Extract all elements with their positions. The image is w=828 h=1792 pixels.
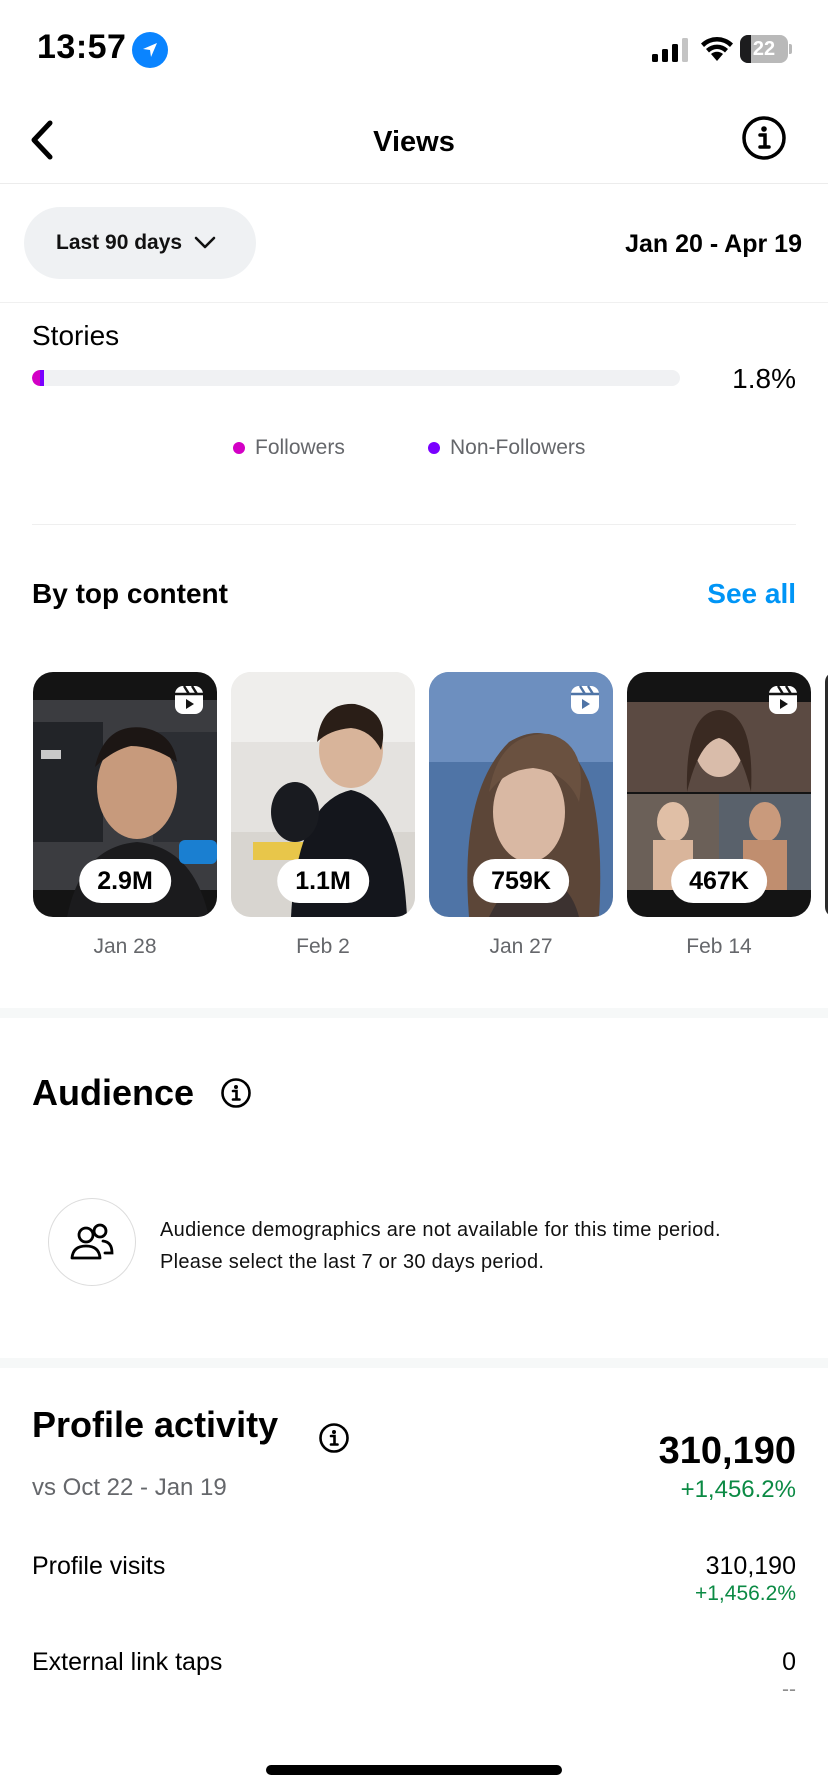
audience-unavailable-message: Audience demographics are not available … <box>160 1219 721 1273</box>
info-icon-button[interactable] <box>220 1077 252 1109</box>
legend-followers-label: Followers <box>255 436 345 459</box>
stories-label: Stories <box>32 320 120 351</box>
content-date: Jan 27 <box>489 935 553 958</box>
reel-icon <box>571 685 599 714</box>
top-content-heading: By top content <box>32 578 228 609</box>
views-insights-screen: 13:57 22 Views Last 90 days Jan 20 - Apr… <box>0 0 828 1792</box>
time-range-dropdown[interactable]: Last 90 days <box>24 207 256 279</box>
location-arrow-icon <box>132 32 168 68</box>
people-icon <box>70 1223 114 1260</box>
reel-icon <box>175 685 203 714</box>
legend-non-followers: Non-Followers <box>428 436 585 460</box>
external-link-taps-change: -- <box>782 1678 796 1701</box>
cellular-signal-icon <box>652 38 688 62</box>
section-separator <box>0 1008 828 1018</box>
non-followers-dot-icon <box>428 442 440 454</box>
followers-fill <box>32 370 41 386</box>
stories-progress-bar <box>32 370 680 386</box>
divider <box>32 524 796 525</box>
content-thumbnail[interactable]: 467K <box>627 672 811 917</box>
profile-activity-total: 310,190 <box>658 1430 796 1472</box>
time-range-label: Last 90 days <box>56 231 183 254</box>
section-separator <box>0 1358 828 1368</box>
reel-icon <box>769 685 797 714</box>
date-range-label: Jan 20 - Apr 19 <box>625 230 802 258</box>
see-all-link[interactable]: See all <box>707 578 796 610</box>
content-thumbnail[interactable]: 1.1M <box>231 672 415 917</box>
info-icon-button[interactable] <box>318 1422 350 1454</box>
profile-visits-value: 310,190 <box>705 1552 796 1580</box>
status-time: 13:57 <box>37 28 127 66</box>
content-date: Feb 14 <box>686 935 752 958</box>
followers-dot-icon <box>233 442 245 454</box>
battery-level: 22 <box>752 38 776 60</box>
legend: Followers Non-Followers <box>0 436 828 466</box>
legend-non-followers-label: Non-Followers <box>450 436 586 459</box>
page-title: Views <box>373 126 455 158</box>
content-date: Jan 28 <box>93 935 157 958</box>
view-count-badge: 467K <box>671 859 767 903</box>
legend-followers: Followers <box>233 436 345 460</box>
profile-visits-change: +1,456.2% <box>694 1582 796 1605</box>
date-filter-row: Last 90 days Jan 20 - Apr 19 <box>0 185 828 303</box>
stories-percentage: 1.8% <box>732 363 796 394</box>
nav-header: Views <box>0 100 828 184</box>
profile-activity-heading: Profile activity <box>32 1404 279 1445</box>
non-followers-fill <box>40 370 44 386</box>
content-thumbnail[interactable]: 759K <box>429 672 613 917</box>
top-content-carousel[interactable]: 2.9M Jan 28 1.1M Feb 2 759K Jan 27 467K … <box>33 672 828 972</box>
battery-icon: 22 <box>740 35 792 63</box>
comparison-period: vs Oct 22 - Jan 19 <box>32 1474 227 1501</box>
view-count-badge: 2.9M <box>79 859 171 903</box>
profile-visits-label: Profile visits <box>32 1552 166 1580</box>
profile-activity-change: +1,456.2% <box>680 1476 796 1503</box>
audience-heading: Audience <box>32 1072 195 1113</box>
status-bar: 13:57 22 <box>0 0 828 100</box>
external-link-taps-label: External link taps <box>32 1648 223 1676</box>
audience-icon-circle <box>48 1198 136 1286</box>
view-count-badge: 1.1M <box>277 859 369 903</box>
view-count-badge: 759K <box>473 859 569 903</box>
wifi-icon <box>701 37 733 61</box>
home-indicator <box>266 1765 562 1775</box>
info-icon-button[interactable] <box>740 114 788 162</box>
content-date: Feb 2 <box>296 935 350 958</box>
content-thumbnail[interactable]: 2.9M <box>33 672 217 917</box>
chevron-down-icon <box>194 236 216 249</box>
external-link-taps-value: 0 <box>782 1648 796 1676</box>
